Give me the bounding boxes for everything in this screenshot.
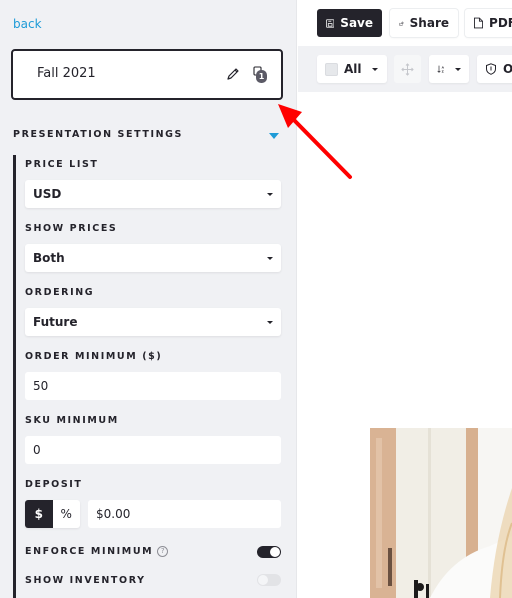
- chevron-down-icon: [267, 321, 273, 324]
- show-inventory-label: SHOW INVENTORY: [25, 575, 146, 586]
- price-list-select[interactable]: USD: [25, 180, 281, 208]
- chevron-down-icon: [371, 67, 378, 71]
- deposit-type-toggle: $ %: [25, 500, 80, 528]
- show-inventory-switch[interactable]: [257, 574, 281, 586]
- sku-minimum-input[interactable]: 0: [25, 436, 281, 464]
- settings-group-indicator: [13, 155, 16, 598]
- sort-az-icon: AZ: [437, 65, 445, 73]
- sku-minimum-label: SKU MINIMUM: [25, 415, 119, 426]
- presentation-title-card[interactable]: Fall 2021 1: [11, 49, 283, 100]
- svg-text:Z: Z: [442, 69, 445, 73]
- switch-knob: [258, 575, 268, 585]
- section-header-presentation-settings: PRESENTATION SETTINGS: [13, 129, 183, 140]
- duplicate-icon[interactable]: 1: [253, 66, 269, 84]
- ordering-select[interactable]: Future: [25, 308, 281, 336]
- save-icon: [326, 18, 335, 28]
- deposit-label: DEPOSIT: [25, 479, 83, 490]
- photo-image: [370, 428, 512, 598]
- select-all-dropdown[interactable]: All: [317, 55, 387, 83]
- product-photo[interactable]: [370, 428, 512, 598]
- share-icon: [399, 21, 404, 25]
- sort-dropdown[interactable]: AZ: [429, 55, 469, 83]
- show-prices-label: SHOW PRICES: [25, 223, 118, 234]
- move-arrows-icon: [401, 62, 414, 76]
- help-icon[interactable]: ?: [157, 546, 169, 557]
- deposit-percent-option[interactable]: %: [53, 500, 81, 528]
- ordering-value: Future: [33, 315, 78, 329]
- duplicate-count-badge: 1: [256, 70, 267, 83]
- pdf-label: PDF: [489, 16, 512, 30]
- o-label: O: [503, 62, 512, 76]
- chevron-down-icon: [267, 193, 273, 196]
- move-button[interactable]: [394, 55, 421, 83]
- price-list-label: PRICE LIST: [25, 159, 99, 170]
- enforce-minimum-switch[interactable]: [257, 546, 281, 558]
- back-link[interactable]: back: [13, 17, 42, 31]
- save-label: Save: [340, 16, 373, 30]
- document-icon: [474, 17, 484, 29]
- selection-toolbar: All AZ O: [298, 46, 512, 92]
- main-toolbar: Save Share PDF: [298, 0, 512, 46]
- pdf-button[interactable]: PDF: [465, 9, 512, 37]
- collapse-caret-icon[interactable]: [269, 133, 279, 139]
- price-list-value: USD: [33, 187, 62, 201]
- chevron-down-icon: [455, 67, 461, 71]
- save-button[interactable]: Save: [317, 9, 382, 37]
- chevron-down-icon: [267, 257, 273, 260]
- pencil-icon[interactable]: [225, 66, 241, 82]
- ordering-label: ORDERING: [25, 287, 95, 298]
- order-minimum-input[interactable]: 50: [25, 372, 281, 400]
- settings-sidebar: back Fall 2021 1 PRESENTATION SETTINGS P…: [0, 0, 297, 598]
- presentation-title: Fall 2021: [37, 66, 96, 81]
- shield-icon: [486, 63, 496, 75]
- deposit-amount-input[interactable]: $0.00: [88, 500, 281, 528]
- show-prices-select[interactable]: Both: [25, 244, 281, 272]
- order-minimum-label: ORDER MINIMUM ($): [25, 351, 163, 362]
- share-label: Share: [409, 16, 449, 30]
- select-all-checkbox[interactable]: [325, 62, 338, 76]
- enforce-minimum-text: ENFORCE MINIMUM: [25, 546, 154, 557]
- switch-knob: [270, 547, 280, 557]
- o-dropdown[interactable]: O: [477, 55, 512, 83]
- enforce-minimum-label: ENFORCE MINIMUM?: [25, 546, 169, 557]
- select-all-label: All: [344, 62, 362, 76]
- share-button[interactable]: Share: [390, 9, 458, 37]
- deposit-dollar-option[interactable]: $: [25, 500, 53, 528]
- show-prices-value: Both: [33, 251, 65, 265]
